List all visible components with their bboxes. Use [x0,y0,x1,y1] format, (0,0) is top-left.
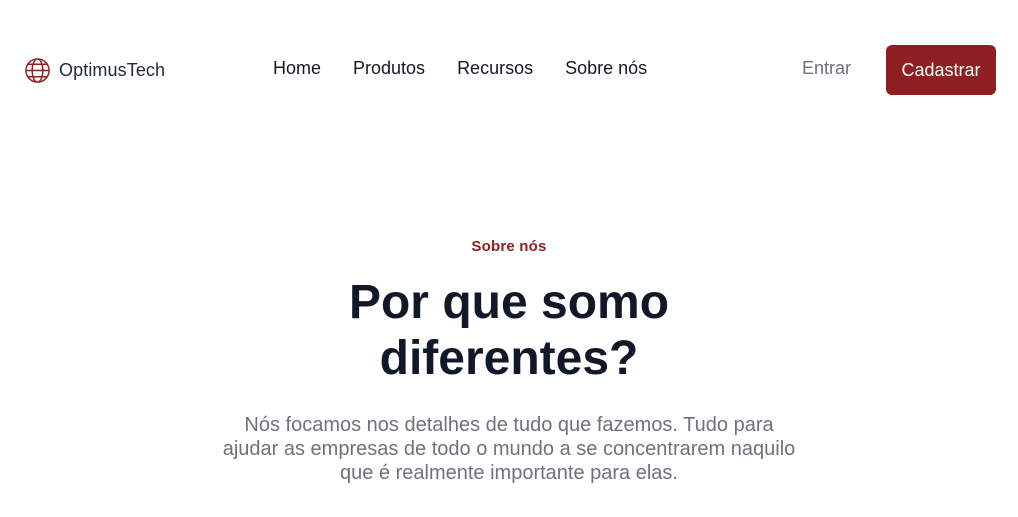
nav-link-home[interactable]: Home [273,58,321,78]
section-eyebrow: Sobre nós [471,238,547,255]
signup-button[interactable]: Cadastrar [886,45,996,95]
globe-icon [25,57,50,83]
nav-link-recursos[interactable]: Recursos [457,58,533,78]
navbar: OptimusTech Home Produtos Recursos Sobre… [0,0,1018,140]
about-hero-section: Sobre nós Por que somo diferentes? Nós f… [0,238,1018,485]
page-title: Por que somo diferentes? [348,276,670,385]
login-link[interactable]: Entrar [802,58,851,79]
section-description: Nós focamos nos detalhes de tudo que faz… [222,414,796,484]
nav-menu: Home Produtos Recursos Sobre nós [273,58,647,79]
brand-name: OptimusTech [59,59,166,80]
nav-link-produtos[interactable]: Produtos [353,58,425,78]
brand-logo-link[interactable]: OptimusTech [24,56,165,84]
nav-link-sobre-nos[interactable]: Sobre nós [565,58,647,78]
